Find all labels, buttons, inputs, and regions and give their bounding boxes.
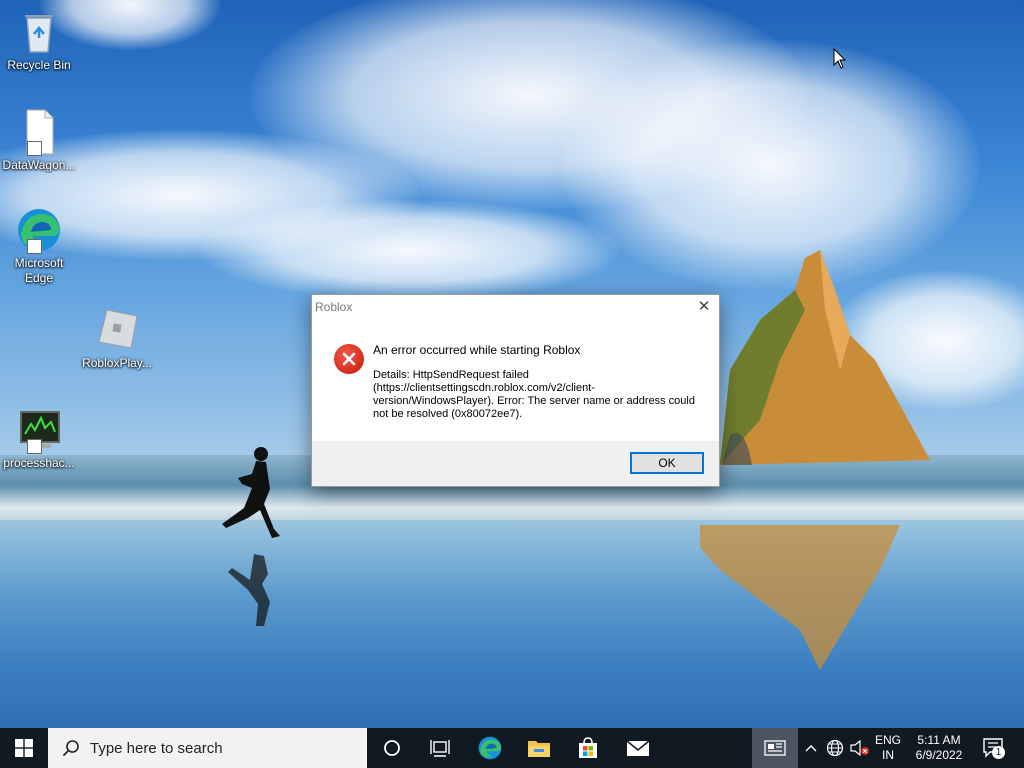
volume-muted-icon [850, 740, 869, 756]
edge-icon [15, 206, 63, 254]
cortana-icon [384, 740, 400, 756]
mail-icon [626, 740, 650, 756]
action-center-button[interactable]: 1 [982, 736, 1006, 765]
file-explorer-icon [528, 741, 550, 757]
desktop-icon-microsoft-edge[interactable]: Microsoft Edge [1, 206, 77, 286]
desktop-icon-datawagon[interactable]: DataWagon... [1, 108, 77, 173]
taskbar: Type here to search ENG IN 5:11 AM 6/9/2… [0, 728, 1024, 768]
taskbar-clock[interactable]: 5:11 AM 6/9/2022 [906, 733, 972, 763]
ok-button[interactable]: OK [630, 452, 704, 474]
recycle-bin-icon [15, 8, 63, 56]
globe-network-icon [826, 739, 844, 757]
dialog-titlebar[interactable]: Roblox ✕ [312, 295, 719, 319]
roblox-error-dialog: Roblox ✕ An error occurred while startin… [311, 294, 720, 487]
blank-file-icon [15, 108, 63, 156]
shortcut-arrow-icon [27, 439, 42, 454]
cortana-button[interactable] [368, 728, 416, 768]
taskbar-mail-button[interactable] [614, 728, 662, 768]
input-language-indicator[interactable]: ENG IN [872, 733, 904, 763]
region-code: IN [882, 748, 894, 762]
shortcut-arrow-icon [27, 239, 42, 254]
microsoft-store-icon [579, 737, 597, 758]
taskbar-store-button[interactable] [564, 728, 612, 768]
news-icon [764, 740, 786, 756]
task-view-icon [430, 740, 450, 757]
desktop-icon-processhacker[interactable]: processhac... [1, 406, 77, 471]
process-hacker-icon [15, 406, 63, 454]
windows-logo-icon [15, 739, 33, 757]
taskbar-file-explorer-button[interactable] [515, 728, 563, 768]
start-button[interactable] [0, 728, 48, 768]
wallpaper-rock [700, 250, 930, 670]
chevron-up-icon [805, 745, 817, 752]
task-view-button[interactable] [416, 728, 464, 768]
dialog-footer: OK [312, 441, 719, 486]
language-code: ENG [874, 733, 901, 747]
news-and-interests-button[interactable] [752, 728, 798, 768]
clock-time: 5:11 AM [917, 733, 961, 747]
search-placeholder: Type here to search [90, 739, 223, 757]
clock-date: 6/9/2022 [915, 748, 963, 762]
taskbar-edge-button[interactable] [466, 728, 514, 768]
roblox-icon [93, 306, 141, 354]
dialog-details: Details: HttpSendRequest failed (https:/… [373, 369, 695, 420]
notification-count-badge: 1 [992, 746, 1005, 759]
show-hidden-icons-button[interactable] [800, 728, 822, 768]
mouse-cursor-icon [833, 48, 847, 69]
error-icon [334, 344, 364, 374]
network-button[interactable] [822, 728, 848, 768]
volume-button[interactable] [848, 728, 872, 768]
dialog-title: Roblox [315, 300, 353, 314]
edge-icon [478, 736, 502, 760]
desktop-icon-recycle-bin[interactable]: Recycle Bin [1, 8, 77, 73]
wallpaper-runner [222, 447, 280, 626]
search-icon [62, 740, 79, 757]
dialog-heading: An error occurred while starting Roblox [373, 343, 581, 357]
desktop-icon-robloxplayer[interactable]: RobloxPlay... [79, 306, 155, 371]
wallpaper-cloud [200, 200, 620, 300]
shortcut-arrow-icon [27, 141, 42, 156]
taskbar-search-box[interactable]: Type here to search [48, 728, 367, 768]
dialog-body: An error occurred while starting Roblox … [312, 319, 719, 441]
dialog-close-button[interactable]: ✕ [695, 298, 713, 316]
